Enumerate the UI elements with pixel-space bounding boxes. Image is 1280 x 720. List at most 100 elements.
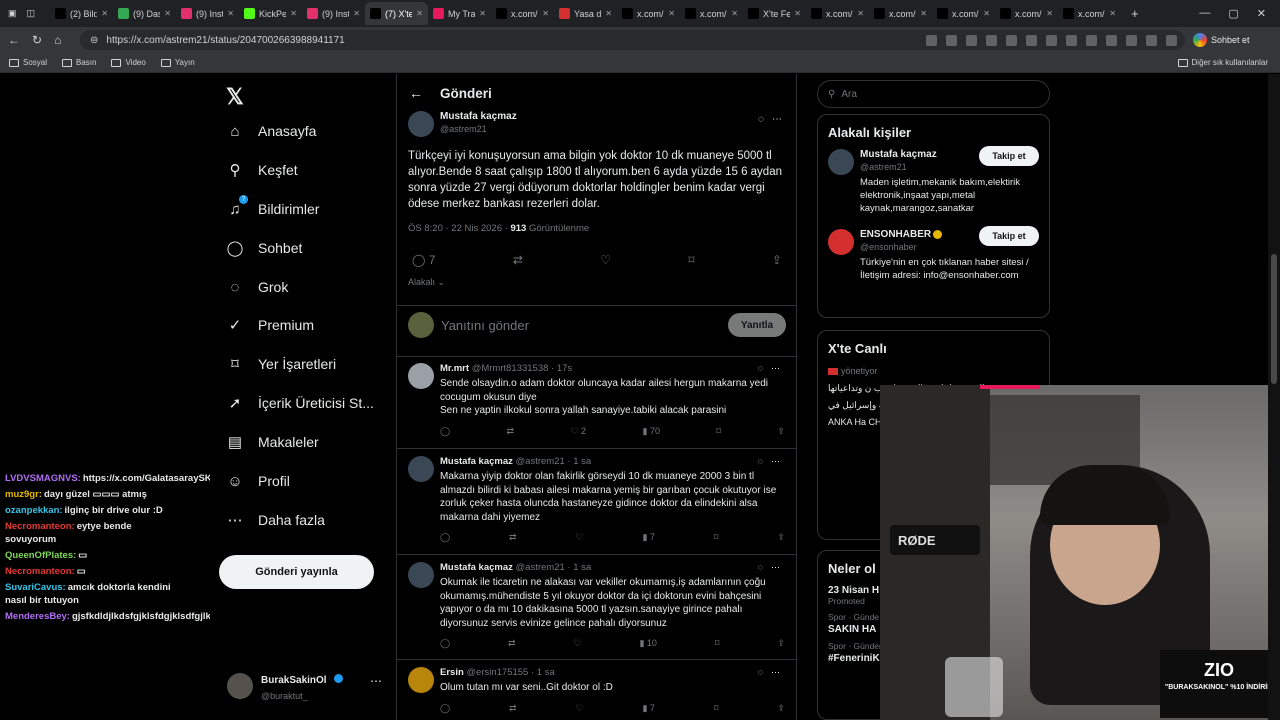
scrollbar[interactable] — [1268, 74, 1280, 720]
close-tab-icon[interactable]: ✕ — [416, 9, 423, 18]
bookmark-icon[interactable]: ⌑ — [688, 253, 694, 267]
maximize-icon[interactable]: ▢ — [1228, 7, 1238, 20]
reply-author[interactable]: Mr.mrt — [440, 363, 469, 374]
site-info-icon[interactable]: ⊜ — [90, 35, 98, 46]
share-icon[interactable]: ⇪ — [777, 426, 785, 437]
chat-button[interactable]: Sohbet et — [1185, 33, 1250, 47]
like-button[interactable]: ♡ — [575, 532, 583, 543]
back-arrow-icon[interactable]: ← — [409, 85, 423, 101]
repost-icon[interactable]: ⇄ — [509, 532, 517, 543]
more-icon[interactable]: ⋯ — [771, 667, 780, 678]
extension-icon[interactable] — [1066, 34, 1077, 46]
close-tab-icon[interactable]: ✕ — [290, 9, 297, 18]
search-input[interactable]: ⚲ Ara — [817, 80, 1050, 108]
bookmark-icon[interactable]: ⌑ — [715, 638, 720, 649]
views-button[interactable]: ▮ 70 — [642, 426, 659, 437]
extension-icon[interactable] — [1126, 34, 1137, 46]
like-icon[interactable]: ♡ — [600, 253, 611, 267]
grok-icon[interactable]: ◌ — [758, 456, 763, 467]
minimize-icon[interactable]: — — [1199, 7, 1210, 20]
post-time[interactable]: ÖS 8:20 · 22 Nis 2026 · — [408, 223, 508, 234]
like-button[interactable]: ♡ — [573, 638, 581, 649]
close-tab-icon[interactable]: ✕ — [164, 9, 171, 18]
extension-icon[interactable] — [1106, 34, 1117, 46]
grok-icon[interactable]: ◌ — [758, 363, 763, 374]
views-button[interactable]: ▮ 7 — [642, 532, 654, 543]
nav-item-bookmark[interactable]: ⌑ Yer İşaretleri — [226, 355, 336, 373]
reply-submit-button[interactable]: Yanıtla — [728, 313, 786, 337]
avatar[interactable] — [408, 562, 434, 588]
profile-avatar-icon[interactable] — [1146, 34, 1157, 46]
close-tab-icon[interactable]: ✕ — [542, 9, 549, 18]
home-icon[interactable]: ⌂ — [54, 33, 61, 47]
browser-tab[interactable]: (9) Das ✕ — [113, 2, 176, 25]
avatar[interactable] — [408, 456, 434, 482]
author-name[interactable]: Mustafa kaçmaz — [440, 111, 517, 122]
avatar[interactable] — [408, 363, 434, 389]
share-icon[interactable]: ⇪ — [772, 253, 782, 267]
tab-group-icon[interactable]: ◫ — [27, 8, 36, 19]
reply-icon[interactable]: ◯ — [440, 532, 450, 543]
nav-item-grok[interactable]: ◌ Grok — [226, 278, 289, 296]
extension-icon[interactable] — [1086, 34, 1097, 46]
extension-icon[interactable] — [986, 34, 997, 46]
extension-icon[interactable] — [1006, 34, 1017, 46]
reply-input[interactable]: Yanıtını gönder — [441, 318, 721, 333]
close-window-icon[interactable]: ✕ — [1257, 7, 1266, 20]
share-icon[interactable]: ⇪ — [777, 532, 785, 543]
share-icon[interactable]: ⇪ — [777, 703, 785, 714]
repost-icon[interactable]: ⇄ — [509, 703, 517, 714]
browser-tab[interactable]: (2) Bildi✕ — [50, 2, 113, 25]
nav-item-chat[interactable]: ◯ Sohbet — [226, 239, 303, 257]
bookmark-folder[interactable]: Basın — [62, 58, 96, 67]
grok-icon[interactable]: ◌ — [758, 667, 763, 678]
browser-tab[interactable]: x.com/ ✕ — [995, 2, 1058, 25]
more-icon[interactable]: ⋯ — [370, 674, 382, 688]
related-sort[interactable]: Alakalı ⌄ — [408, 277, 788, 288]
scrollbar-thumb[interactable] — [1271, 254, 1277, 384]
browser-tab[interactable]: x.com/ ✕ — [491, 2, 554, 25]
x-logo-icon[interactable]: 𝕏 — [226, 84, 244, 110]
tab-search-icon[interactable]: ▣ — [8, 8, 17, 19]
more-icon[interactable]: ⋯ — [771, 363, 780, 374]
live-item[interactable]: yönetiyor — [828, 365, 1039, 377]
reply-icon[interactable]: ◯ — [440, 426, 450, 437]
nav-item-profile[interactable]: ☺ Profil — [226, 472, 290, 490]
url-field[interactable]: ⊜ https://x.com/astrem21/status/20470026… — [80, 30, 1185, 50]
close-tab-icon[interactable]: ✕ — [857, 9, 864, 18]
follow-button[interactable]: Takip et — [979, 146, 1039, 166]
nav-item-article[interactable]: ▤ Makaleler — [226, 433, 319, 451]
browser-tab[interactable]: x.com/ ✕ — [680, 2, 743, 25]
avatar[interactable] — [408, 111, 434, 137]
like-button[interactable]: ♡ — [575, 703, 583, 714]
repost-icon[interactable]: ⇄ — [508, 638, 516, 649]
reply-author[interactable]: Ersin — [440, 667, 464, 678]
like-button[interactable]: ♡ 2 — [570, 426, 586, 437]
follow-button[interactable]: Takip et — [979, 226, 1039, 246]
browser-tab[interactable]: X'te Fe ✕ — [743, 2, 806, 25]
close-tab-icon[interactable]: ✕ — [101, 9, 108, 18]
close-tab-icon[interactable]: ✕ — [920, 9, 927, 18]
reply-post[interactable]: Ersin @ersin175155 · 1 sa Olum tutan mı v… — [408, 667, 786, 714]
nav-item-more[interactable]: ⋯ Daha fazla — [226, 511, 325, 529]
browser-tab[interactable]: x.com/ ✕ — [617, 2, 680, 25]
avatar[interactable] — [828, 149, 854, 175]
browser-tab[interactable]: (9) Inst ✕ — [302, 2, 365, 25]
repost-icon[interactable]: ⇄ — [513, 253, 523, 267]
views-button[interactable]: ▮ 7 — [642, 703, 654, 714]
browser-tab[interactable]: My Trac✕ — [428, 2, 491, 25]
avatar[interactable] — [828, 229, 854, 255]
close-tab-icon[interactable]: ✕ — [1109, 9, 1116, 18]
close-tab-icon[interactable]: ✕ — [353, 9, 360, 18]
grok-icon[interactable]: ◌ — [758, 114, 764, 125]
close-tab-icon[interactable]: ✕ — [479, 9, 486, 18]
close-tab-icon[interactable]: ✕ — [227, 9, 234, 18]
bookmark-icon[interactable]: ⌑ — [716, 426, 721, 437]
more-icon[interactable]: ⋯ — [772, 114, 782, 125]
more-icon[interactable]: ⋯ — [771, 456, 780, 467]
new-tab-icon[interactable]: + — [1121, 6, 1149, 21]
reply-post[interactable]: Mr.mrt @Mrmrt81331538 · 17s Sende olsaydi… — [408, 363, 786, 437]
browser-tab[interactable]: x.com/ ✕ — [869, 2, 932, 25]
extension-icon[interactable] — [1046, 34, 1057, 46]
bookmark-folder[interactable]: Yayın — [160, 58, 195, 67]
